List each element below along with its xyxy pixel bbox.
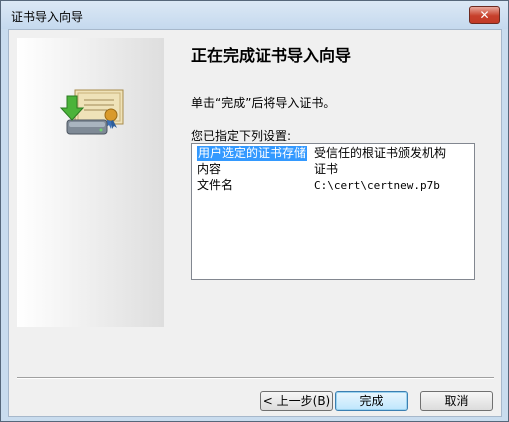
setting-name: 内容 bbox=[197, 162, 222, 176]
setting-value: 证书 bbox=[314, 162, 339, 176]
settings-label: 您已指定下列设置: bbox=[191, 129, 292, 143]
settings-list[interactable]: 用户选定的证书存储 受信任的根证书颁发机构 内容 证书 文件名 C:\cert\… bbox=[191, 143, 475, 280]
wizard-heading: 正在完成证书导入向导 bbox=[191, 46, 352, 65]
title-bar[interactable]: 证书导入向导 ✕ bbox=[1, 1, 508, 29]
divider bbox=[17, 377, 494, 379]
window-title: 证书导入向导 bbox=[11, 10, 84, 24]
certificate-import-icon bbox=[59, 89, 124, 135]
setting-name: 文件名 bbox=[197, 178, 234, 192]
close-icon: ✕ bbox=[479, 8, 490, 22]
back-button[interactable]: < 上一步(B) bbox=[260, 391, 333, 411]
finish-button[interactable]: 完成 bbox=[335, 391, 408, 411]
wizard-body: 正在完成证书导入向导 单击“完成”后将导入证书。 您已指定下列设置: 用户选定的… bbox=[8, 29, 502, 417]
setting-name: 用户选定的证书存储 bbox=[197, 146, 308, 161]
wizard-description: 单击“完成”后将导入证书。 bbox=[191, 96, 336, 110]
close-button[interactable]: ✕ bbox=[469, 6, 500, 24]
wizard-window: 证书导入向导 ✕ 正在完成证书导入向导 单击“完成”后将导入证书。 您已指定下列… bbox=[0, 0, 509, 422]
side-panel bbox=[17, 38, 164, 327]
setting-value: C:\cert\certnew.p7b bbox=[314, 179, 440, 192]
cancel-button[interactable]: 取消 bbox=[420, 391, 493, 411]
setting-value: 受信任的根证书颁发机构 bbox=[314, 146, 447, 160]
